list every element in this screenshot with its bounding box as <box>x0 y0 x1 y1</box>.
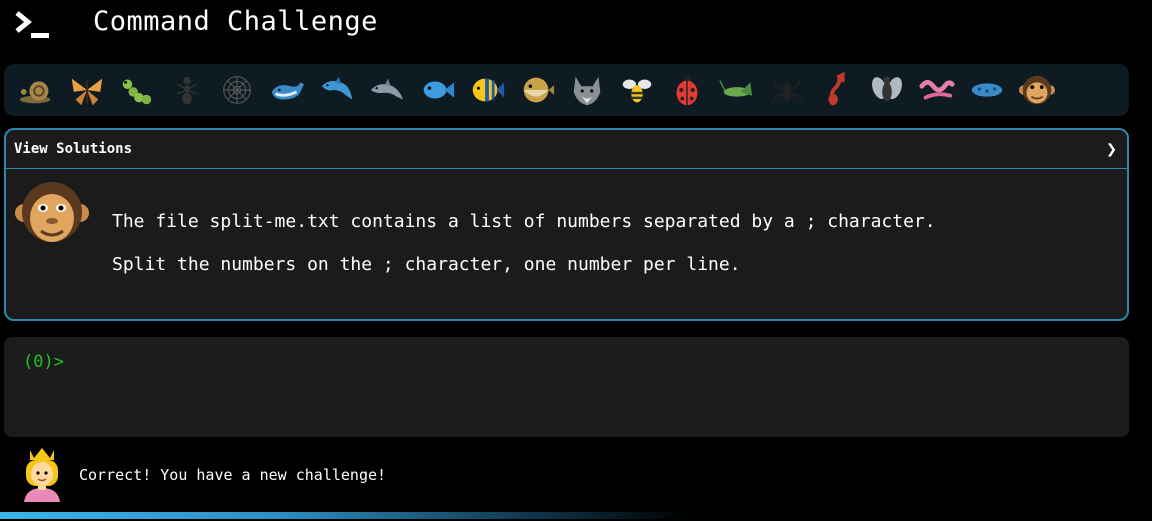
scorpion-icon[interactable] <box>812 70 862 110</box>
progress-bar <box>0 512 1152 521</box>
header: Command Challenge <box>0 0 1152 56</box>
ant-icon[interactable] <box>162 70 212 110</box>
terminal-prompt: (0)> <box>23 352 64 372</box>
challenge-panel: View Solutions ❯ The file split-me.txt c… <box>4 128 1129 321</box>
worm-icon[interactable] <box>912 70 962 110</box>
progress-bar-fill <box>0 512 692 519</box>
status-message: Correct! You have a new challenge! <box>0 446 1152 506</box>
terminal-input[interactable]: (0)> <box>4 337 1129 437</box>
wolf-icon[interactable] <box>562 70 612 110</box>
terminal-prompt-icon[interactable] <box>14 10 52 40</box>
cricket-icon[interactable] <box>712 70 762 110</box>
app-title: Command Challenge <box>93 6 378 37</box>
tropical-fish-icon[interactable] <box>462 70 512 110</box>
caterpillar-icon[interactable] <box>112 70 162 110</box>
view-solutions-toggle[interactable]: View Solutions ❯ <box>6 130 1127 169</box>
blowfish-icon[interactable] <box>512 70 562 110</box>
butterfly-icon[interactable] <box>62 70 112 110</box>
dolphin-grey-icon[interactable] <box>362 70 412 110</box>
spider-web-icon[interactable] <box>212 70 262 110</box>
princess-icon <box>24 448 60 502</box>
challenge-description-line1: The file split-me.txt contains a list of… <box>112 211 936 232</box>
chevron-right-icon[interactable]: ❯ <box>1106 139 1117 160</box>
dolphin-icon[interactable] <box>312 70 362 110</box>
monkey-icon <box>15 182 89 242</box>
ladybug-icon[interactable] <box>662 70 712 110</box>
level-selector <box>4 64 1129 116</box>
spider-icon[interactable] <box>762 70 812 110</box>
bee-icon[interactable] <box>612 70 662 110</box>
monkey-icon[interactable] <box>1012 70 1062 110</box>
microbe-icon[interactable] <box>962 70 1012 110</box>
challenge-description-line2: Split the numbers on the ; character, on… <box>112 254 741 275</box>
fish-icon[interactable] <box>412 70 462 110</box>
view-solutions-label: View Solutions <box>14 141 133 157</box>
status-message-text: Correct! You have a new challenge! <box>79 466 387 484</box>
snail-icon[interactable] <box>12 70 62 110</box>
fly-icon[interactable] <box>862 70 912 110</box>
whale-icon[interactable] <box>262 70 312 110</box>
